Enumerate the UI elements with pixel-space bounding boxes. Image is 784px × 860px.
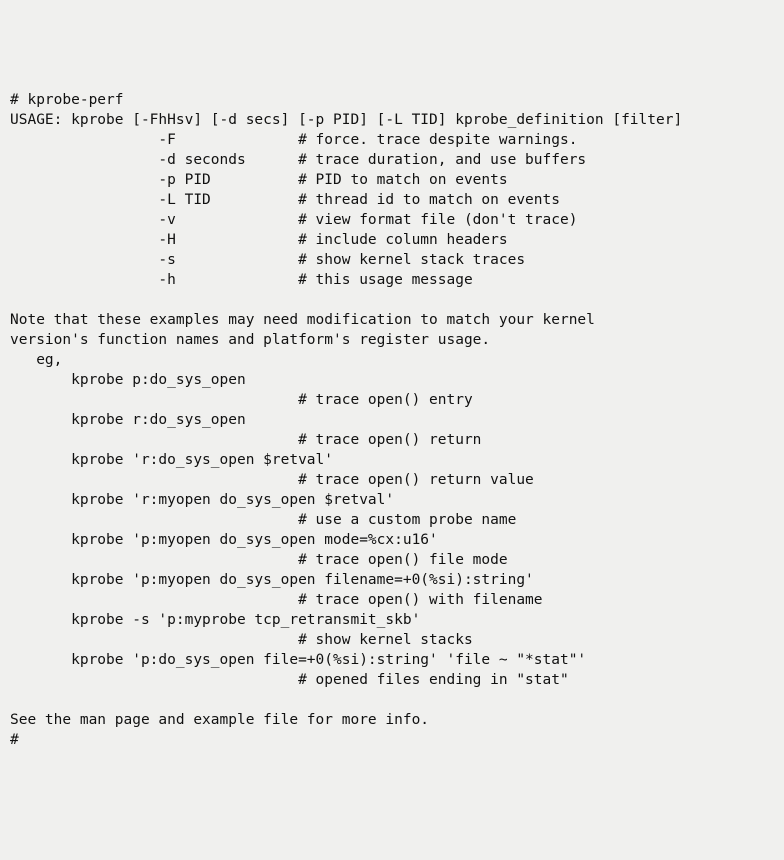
terminal-line: kprobe 'r:myopen do_sys_open $retval' xyxy=(10,490,784,510)
terminal-line: kprobe 'r:do_sys_open $retval' xyxy=(10,450,784,470)
terminal-line: # opened files ending in "stat" xyxy=(10,670,784,690)
terminal-line: -p PID # PID to match on events xyxy=(10,170,784,190)
terminal-line: # xyxy=(10,730,784,750)
terminal-output: # kprobe-perfUSAGE: kprobe [-FhHsv] [-d … xyxy=(10,90,784,750)
terminal-line: version's function names and platform's … xyxy=(10,330,784,350)
terminal-line: -L TID # thread id to match on events xyxy=(10,190,784,210)
terminal-line: -d seconds # trace duration, and use buf… xyxy=(10,150,784,170)
terminal-line: # trace open() with filename xyxy=(10,590,784,610)
terminal-line xyxy=(10,290,784,310)
terminal-line: kprobe 'p:myopen do_sys_open filename=+0… xyxy=(10,570,784,590)
terminal-line: # trace open() return xyxy=(10,430,784,450)
terminal-line: -H # include column headers xyxy=(10,230,784,250)
terminal-line: kprobe p:do_sys_open xyxy=(10,370,784,390)
terminal-line: kprobe -s 'p:myprobe tcp_retransmit_skb' xyxy=(10,610,784,630)
terminal-line: kprobe 'p:do_sys_open file=+0(%si):strin… xyxy=(10,650,784,670)
terminal-line xyxy=(10,690,784,710)
terminal-line: # trace open() entry xyxy=(10,390,784,410)
terminal-line: See the man page and example file for mo… xyxy=(10,710,784,730)
terminal-line: Note that these examples may need modifi… xyxy=(10,310,784,330)
terminal-line: # use a custom probe name xyxy=(10,510,784,530)
terminal-line: # trace open() file mode xyxy=(10,550,784,570)
terminal-line: kprobe r:do_sys_open xyxy=(10,410,784,430)
terminal-line: -s # show kernel stack traces xyxy=(10,250,784,270)
terminal-line: USAGE: kprobe [-FhHsv] [-d secs] [-p PID… xyxy=(10,110,784,130)
terminal-line: eg, xyxy=(10,350,784,370)
terminal-line: kprobe 'p:myopen do_sys_open mode=%cx:u1… xyxy=(10,530,784,550)
terminal-line: # trace open() return value xyxy=(10,470,784,490)
terminal-line: # kprobe-perf xyxy=(10,90,784,110)
terminal-line: # show kernel stacks xyxy=(10,630,784,650)
terminal-line: -F # force. trace despite warnings. xyxy=(10,130,784,150)
terminal-line: -v # view format file (don't trace) xyxy=(10,210,784,230)
terminal-line: -h # this usage message xyxy=(10,270,784,290)
